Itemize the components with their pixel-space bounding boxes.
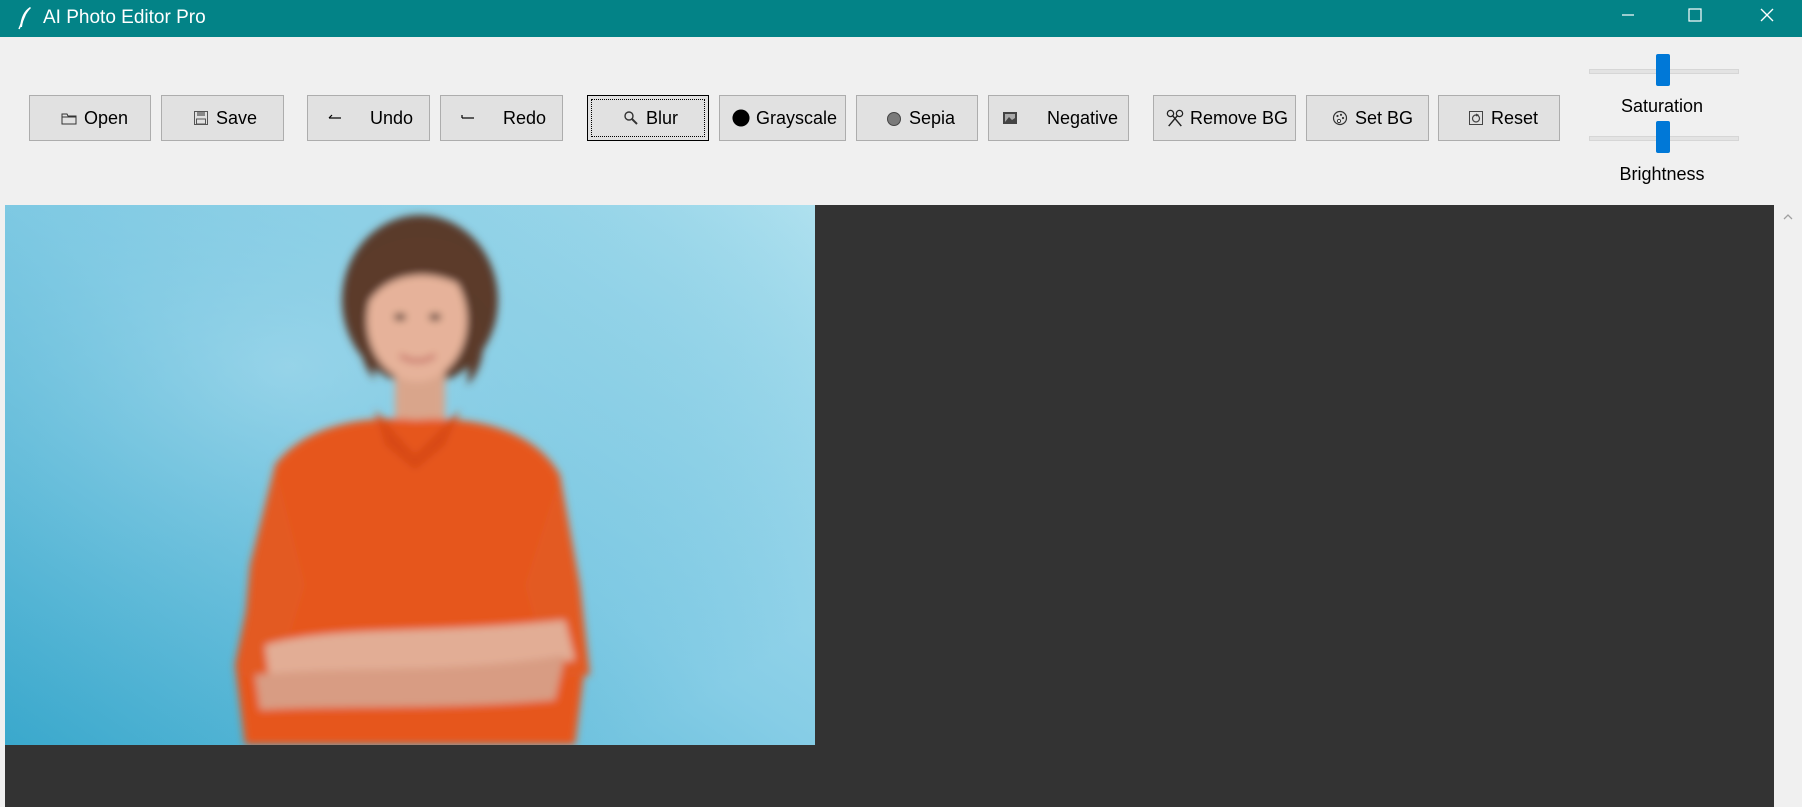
maximize-button[interactable] <box>1662 0 1728 30</box>
title-bar[interactable]: AI Photo Editor Pro <box>0 0 1802 37</box>
close-icon <box>1759 7 1775 23</box>
minimize-icon <box>1620 7 1636 23</box>
undo-button[interactable]: Undo <box>307 95 430 141</box>
photo-image <box>5 205 815 745</box>
brightness-thumb[interactable] <box>1656 121 1670 153</box>
minimize-button[interactable] <box>1595 0 1661 30</box>
focus-ring <box>591 99 705 137</box>
sepia-label: Sepia <box>909 107 956 128</box>
image-canvas[interactable] <box>5 205 1774 807</box>
negative-label: Negative <box>1047 107 1119 128</box>
chevron-up-icon[interactable] <box>1781 210 1795 224</box>
window-title: AI Photo Editor Pro <box>43 7 206 28</box>
app-window: AI Photo Editor Pro Open Save Undo Redo … <box>0 0 1802 807</box>
reset-icon <box>1467 109 1485 127</box>
sepia-button[interactable]: Sepia <box>856 95 978 141</box>
black-circle-icon <box>732 109 750 127</box>
negative-button[interactable]: Negative <box>988 95 1129 141</box>
gray-circle-icon <box>885 109 903 127</box>
floppy-disk-icon <box>192 109 210 127</box>
palette-icon <box>1331 109 1349 127</box>
picture-frame-icon <box>1001 109 1019 127</box>
feather-icon <box>16 5 36 31</box>
brightness-slider[interactable] <box>1589 104 1739 153</box>
maximize-icon <box>1687 7 1703 23</box>
save-label: Save <box>216 107 258 128</box>
scissors-icon <box>1166 109 1184 127</box>
remove-bg-button[interactable]: Remove BG <box>1153 95 1296 141</box>
blur-button[interactable]: Blur <box>587 95 709 141</box>
set-bg-label: Set BG <box>1355 107 1414 128</box>
saturation-thumb[interactable] <box>1656 54 1670 86</box>
close-button[interactable] <box>1734 0 1800 30</box>
reset-button[interactable]: Reset <box>1438 95 1560 141</box>
open-button[interactable]: Open <box>29 95 151 141</box>
undo-label: Undo <box>370 107 414 128</box>
brightness-label: Brightness <box>1619 164 1705 184</box>
vertical-scrollbar[interactable] <box>1775 205 1802 807</box>
folder-icon <box>60 109 78 127</box>
redo-label: Redo <box>503 107 547 128</box>
toolbar: Open Save Undo Redo Blur Grayscale Sepia… <box>0 37 1802 204</box>
grayscale-label: Grayscale <box>756 107 838 128</box>
open-label: Open <box>84 107 129 128</box>
saturation-slider[interactable] <box>1589 37 1739 86</box>
set-bg-button[interactable]: Set BG <box>1306 95 1429 141</box>
redo-arrow-icon <box>459 109 477 127</box>
remove-bg-label: Remove BG <box>1190 107 1289 128</box>
grayscale-button[interactable]: Grayscale <box>719 95 846 141</box>
undo-arrow-icon <box>326 109 344 127</box>
save-button[interactable]: Save <box>161 95 284 141</box>
redo-button[interactable]: Redo <box>440 95 563 141</box>
reset-label: Reset <box>1491 107 1539 128</box>
